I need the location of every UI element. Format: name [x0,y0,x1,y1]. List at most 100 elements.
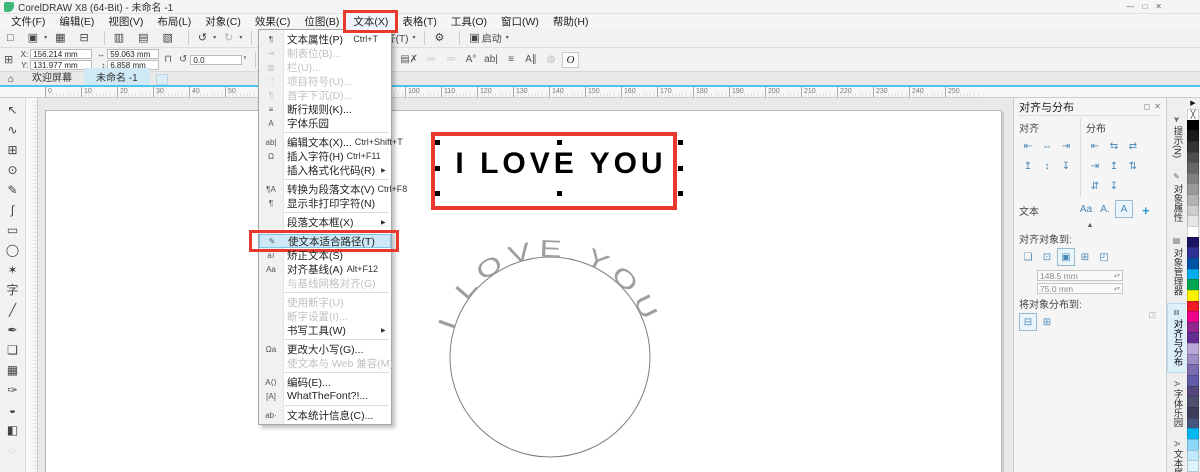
docker-tab[interactable]: ≣ 对齐与分布 [1167,303,1187,372]
toolbar-button[interactable] [459,31,460,45]
distribute-button[interactable]: ↧ [1105,177,1123,195]
docker-control-button[interactable]: ✕ [1154,102,1161,111]
menubar-item[interactable]: 文本(X) [346,13,395,30]
tool-button[interactable]: ✒ [3,320,23,340]
tool-button[interactable]: ⊙ [3,160,23,180]
menubar-item[interactable]: 效果(C) [248,13,298,30]
toolbar-button[interactable]: ▧ [160,30,182,46]
toolbar-button[interactable] [424,31,425,45]
toolbar-button[interactable] [251,31,252,45]
menu-item[interactable]: ab· 文本统计信息(C)... [259,408,391,422]
new-document-tab-button[interactable] [156,74,168,85]
distribute-button[interactable]: ⇅ [1124,157,1142,175]
text-format-button[interactable]: ab| [483,52,499,68]
tool-button[interactable]: ◯ [3,240,23,260]
home-icon[interactable]: ⌂ [2,74,20,85]
tool-button[interactable]: 字 [3,280,23,300]
menubar-item[interactable]: 视图(V) [101,13,150,30]
menu-item[interactable]: ≡ 断行规则(K)... [259,102,391,116]
toolbar-button[interactable]: ↺ ▾ [195,30,219,46]
tool-button[interactable]: ✎ [3,180,23,200]
menu-item[interactable]: Ωa 更改大小写(G)... [259,342,391,356]
window-control-button[interactable]: — [1126,1,1134,13]
menu-item[interactable]: ¶A 转换为段落文本(V) Ctrl+F8 [259,182,391,196]
menubar-item[interactable]: 文件(F) [4,13,52,30]
align-button[interactable]: ⇤ [1019,137,1037,155]
menu-item[interactable]: ∷ 项目符号(U)... [259,74,391,88]
distribute-to-button[interactable]: ⊟ [1019,313,1037,331]
menu-item[interactable]: 使文本与 Web 兼容(M) [259,356,391,370]
menu-item[interactable]: ▥ 栏(U)... [259,60,391,74]
tool-button[interactable]: ✑ [3,380,23,400]
selection-handle[interactable] [678,166,683,171]
menu-item[interactable]: [A] WhatTheFont?!... [259,389,391,403]
toolbar-button[interactable]: ↻ ▾ [221,30,245,46]
menubar-item[interactable]: 编辑(E) [52,13,101,30]
tool-button[interactable]: ∫ [3,200,23,220]
tool-button[interactable]: ⊞ [3,140,23,160]
tool-button[interactable]: ∿ [3,120,23,140]
toolbar-button[interactable]: ⊟ [76,30,97,46]
text-format-button[interactable]: ≔ [423,52,439,68]
selection-handle[interactable] [678,140,683,145]
tool-button[interactable]: ◧ [3,420,23,440]
menubar-item[interactable]: 帮助(H) [546,13,596,30]
tool-button[interactable]: ◒ [3,400,23,420]
toolbar-button[interactable]: ▤ [135,30,157,46]
docker-tab[interactable]: ▤ 对象管理器 [1167,230,1187,302]
distribute-button[interactable]: ↥ [1105,157,1123,175]
menu-item[interactable]: 与基线网格对齐(G) [259,276,391,290]
text-format-button[interactable]: A∥ [523,52,539,68]
docker-tab[interactable]: A 文本属性 [1167,435,1187,472]
menu-item[interactable]: Aa 对齐基线(A) Alt+F12 [259,262,391,276]
tool-button[interactable]: ↖ [3,100,23,120]
text-align-mode-button[interactable]: A [1115,200,1133,218]
text-align-mode-button[interactable]: A. [1096,200,1114,218]
text-on-path[interactable]: I LOVE YOU [433,235,665,333]
menu-item[interactable]: A⟨⟩ 编码(E)... [259,375,391,389]
menu-item[interactable]: ¶ 文本属性(P) Ctrl+T [259,32,391,46]
menubar-item[interactable]: 窗口(W) [494,13,546,30]
menu-item[interactable]: 段落文本框(X) ▶ [259,215,391,229]
menu-item[interactable]: ab| 编辑文本(X)... Ctrl+Shift+T [259,135,391,149]
align-to-button[interactable]: ❏ [1019,248,1037,266]
document-tab[interactable]: 未命名 -1 [84,68,150,85]
text-format-button[interactable]: ▤✗ [399,52,419,68]
text-format-button[interactable]: ≡ [503,52,519,68]
text-align-mode-button[interactable]: Aa [1077,200,1095,218]
rotation-angle-field[interactable]: 0.0 [190,55,242,65]
collapse-arrow-icon[interactable]: ▲ [1019,222,1161,229]
menu-item[interactable]: 断字设置(I)... [259,309,391,323]
distribute-button[interactable]: ⇥ [1086,157,1104,175]
drawing-canvas[interactable]: I LOVE YOU I LOVE YOU [38,98,1013,472]
text-format-button[interactable]: ≕ [443,52,459,68]
edit-text-button[interactable]: O [562,52,579,68]
tool-button[interactable]: ╱ [3,300,23,320]
distribute-button[interactable]: ⇤ [1086,137,1104,155]
distribute-button[interactable]: ⇵ [1086,177,1104,195]
menu-item[interactable]: A 字体乐园 [259,116,391,130]
align-button[interactable]: ↕ [1038,157,1056,175]
align-button[interactable]: ↧ [1057,157,1075,175]
menu-item[interactable]: 插入格式化代码(R) ▶ [259,163,391,177]
docker-tab[interactable]: ➤ 提示(N) [1167,110,1187,164]
menubar-item[interactable]: 对象(C) [198,13,248,30]
lock-ratio-icon[interactable]: ⊓ [162,54,174,65]
menu-item[interactable]: 书写工具(W) ▶ [259,323,391,337]
align-to-button[interactable]: ◰ [1095,248,1113,266]
tool-button[interactable]: ❏ [3,340,23,360]
distribute-button[interactable]: ⇆ [1105,137,1123,155]
docker-tab[interactable]: A 字体乐园 [1167,375,1187,433]
distribute-to-button[interactable]: ⊞ [1038,313,1056,331]
tool-button[interactable]: ◌ [3,440,23,460]
distribute-button[interactable]: ⇄ [1124,137,1142,155]
docker-tab[interactable]: ✎ 对象属性 [1167,166,1187,228]
selection-handle[interactable] [678,191,683,196]
menu-item[interactable]: Ω 插入字符(H) Ctrl+F11 [259,149,391,163]
add-icon[interactable]: + [1142,203,1150,218]
menubar-item[interactable]: 表格(T) [395,13,443,30]
align-button[interactable]: ↥ [1019,157,1037,175]
menu-item[interactable]: a≀ 矫正文本(S) [259,248,391,262]
menu-item[interactable]: 使用断字(U) [259,295,391,309]
tool-button[interactable]: ▦ [3,360,23,380]
